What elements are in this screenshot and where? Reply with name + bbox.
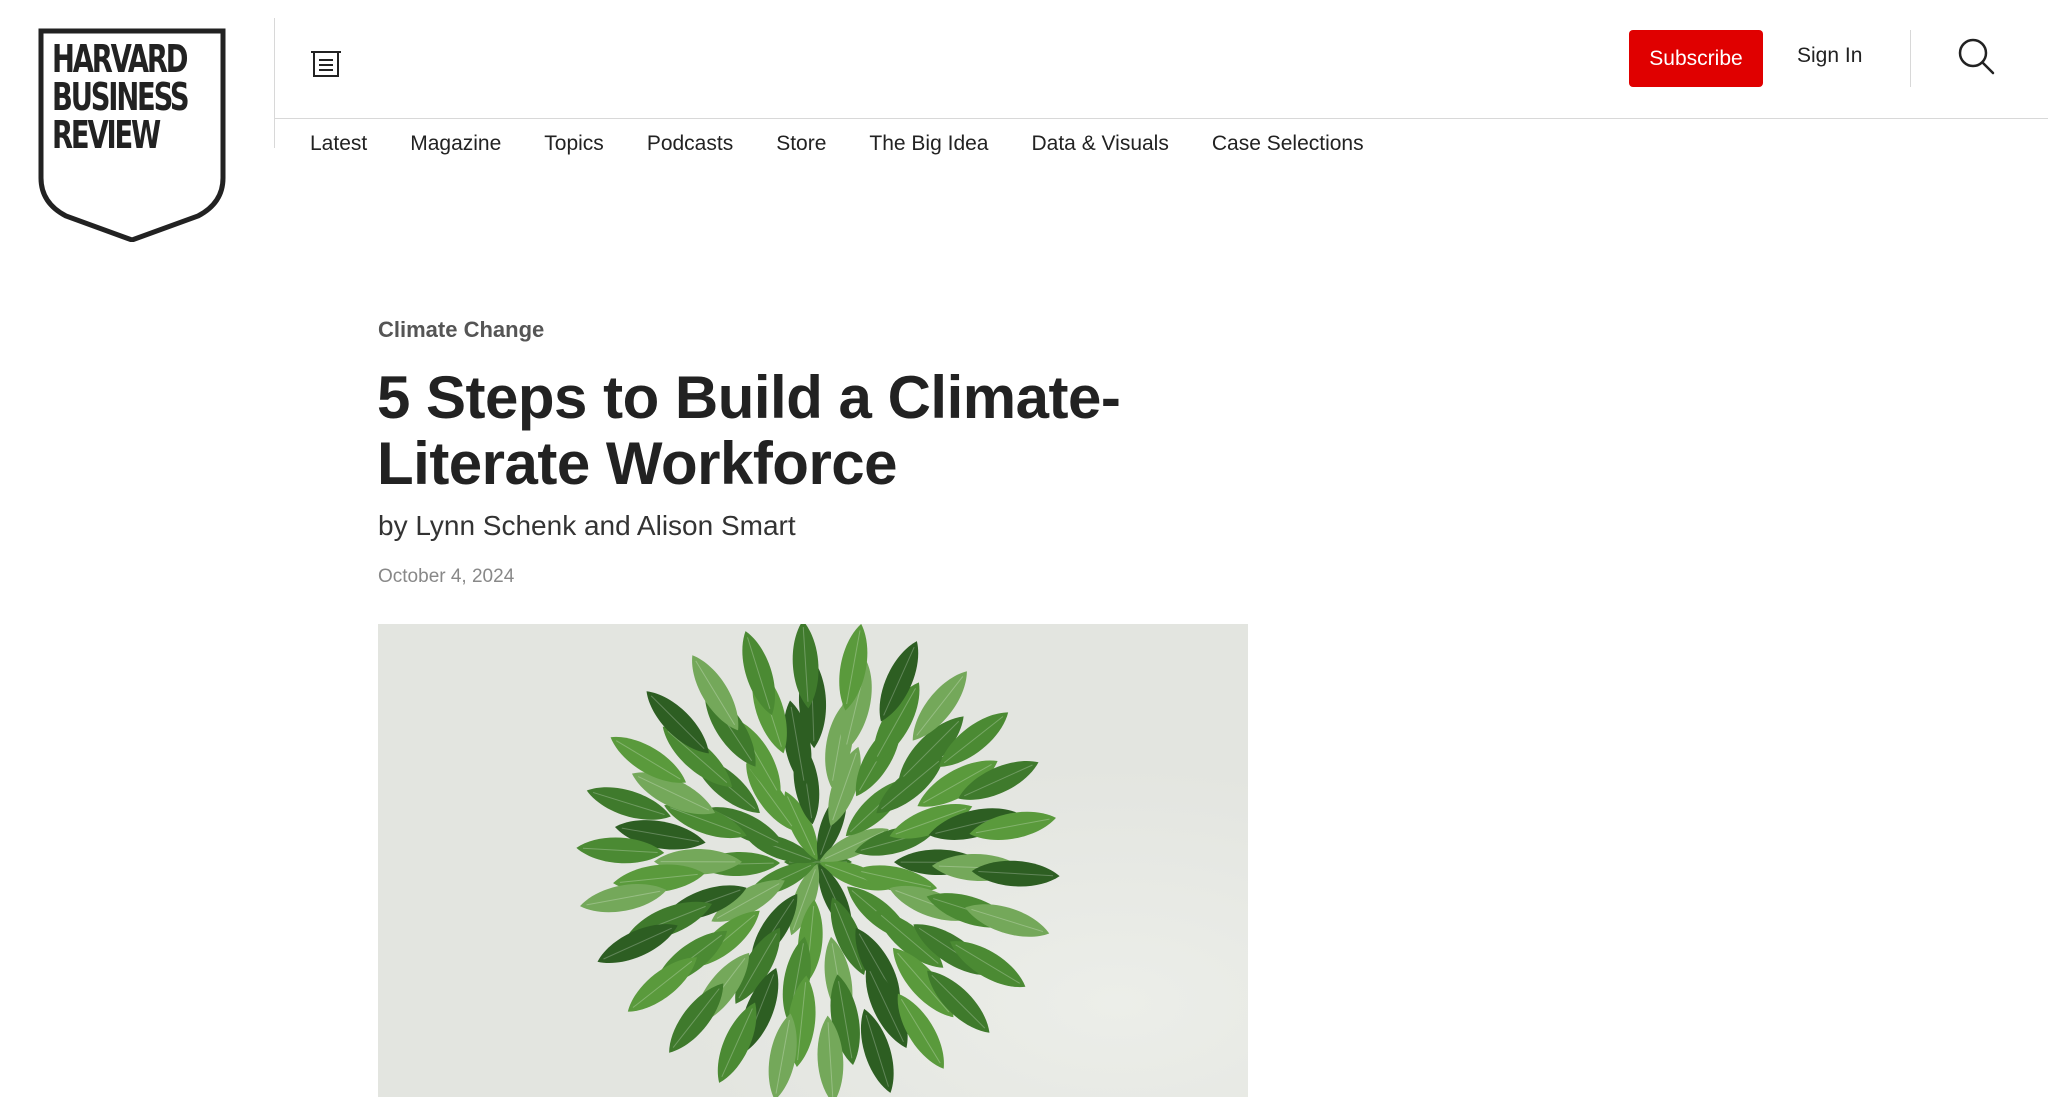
subscribe-button[interactable]: Subscribe [1629,30,1763,87]
search-button[interactable] [1956,36,1996,76]
article-title: 5 Steps to Build a Climate-Literate Work… [377,364,1121,497]
article-date: October 4, 2024 [378,566,515,587]
list-icon [311,51,341,77]
header-divider [1910,30,1911,87]
main-nav: Latest Magazine Topics Podcasts Store Th… [310,132,1407,156]
logo-wordmark: HARVARD BUSINESS REVIEW [52,37,190,157]
nav-item-store[interactable]: Store [776,132,826,156]
nav-item-data-visuals[interactable]: Data & Visuals [1032,132,1169,156]
hbr-logo[interactable]: HARVARD BUSINESS REVIEW [38,28,228,242]
header-rule [274,118,2048,119]
nav-item-latest[interactable]: Latest [310,132,367,156]
menu-icon[interactable] [309,50,343,80]
nav-item-podcasts[interactable]: Podcasts [647,132,733,156]
hero-image [378,624,1248,1097]
nav-item-magazine[interactable]: Magazine [410,132,501,156]
article-byline: by Lynn Schenk and Alison Smart [378,510,796,541]
logo-divider [274,18,275,148]
leaf-burst-illustration [378,624,1248,1097]
nav-item-topics[interactable]: Topics [544,132,604,156]
sign-in-link[interactable]: Sign In [1797,44,1862,68]
logo-line: HARVARD [52,37,188,81]
nav-item-case-selections[interactable]: Case Selections [1212,132,1364,156]
nav-item-the-big-idea[interactable]: The Big Idea [869,132,988,156]
search-icon [1958,38,1995,75]
page: HARVARD BUSINESS REVIEW Subscribe Sign I… [0,0,2048,1097]
article-topic-link[interactable]: Climate Change [378,317,544,343]
logo-line: BUSINESS [52,75,190,119]
logo-line: REVIEW [52,113,161,157]
